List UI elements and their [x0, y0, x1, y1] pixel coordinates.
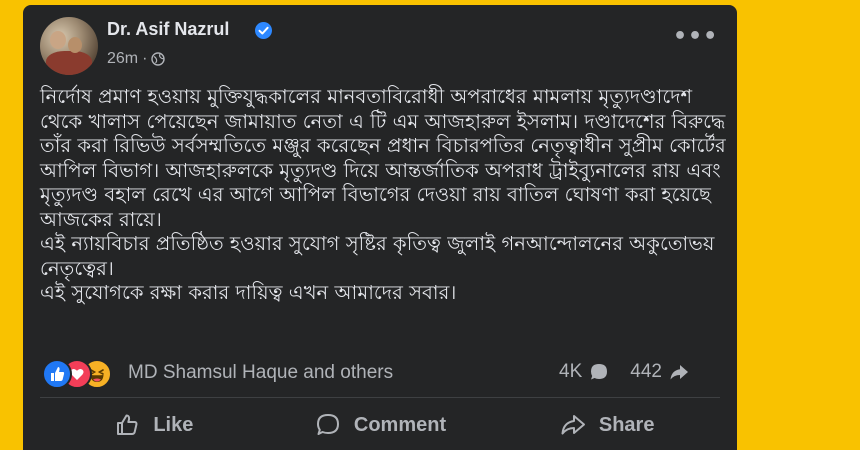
comment-label: Comment: [353, 413, 447, 436]
share-label: Share: [598, 413, 655, 436]
author-name[interactable]: Dr. Asif Nazrul: [107, 19, 229, 40]
like-button[interactable]: Like: [40, 405, 267, 445]
post-time[interactable]: 26m: [107, 50, 138, 68]
comment-button[interactable]: Comment: [267, 405, 494, 445]
post-paragraph: নির্দোষ প্রমাণ হওয়ায় মুক্তিযুদ্ধকালের …: [40, 85, 726, 231]
share-arrow-icon: [670, 365, 688, 380]
thumbs-up-icon: [117, 414, 138, 435]
comments-count[interactable]: 4K: [559, 361, 582, 383]
share-button[interactable]: Share: [493, 405, 720, 445]
reactions-bar: MD Shamsul Haque and others 4K 442: [40, 355, 720, 391]
reaction-names[interactable]: MD Shamsul Haque and others: [128, 362, 393, 384]
verified-badge-icon: [255, 22, 272, 39]
post-header: Dr. Asif Nazrul 26m · •••: [23, 5, 737, 80]
post-paragraph: এই সুযোগকে রক্ষা করার দায়িত্ব এখন আমাদে…: [40, 281, 457, 304]
reaction-icons[interactable]: [42, 359, 130, 389]
post-paragraph: এই ন্যায়বিচার প্রতিষ্ঠিত হওয়ার সুযোগ স…: [40, 232, 715, 280]
share-icon: [561, 415, 585, 435]
divider: [40, 397, 720, 398]
engagement-counts: 4K 442: [559, 361, 690, 383]
like-label: Like: [153, 413, 194, 436]
meta-separator: ·: [142, 50, 148, 67]
post-actions: Like Comment Share: [40, 405, 720, 445]
avatar[interactable]: [40, 17, 98, 75]
comment-bubble-icon: [591, 364, 608, 380]
post-card: Dr. Asif Nazrul 26m · ••• নির্দোষ প্রমাণ…: [23, 5, 737, 450]
like-reaction-icon: [42, 359, 72, 389]
post-meta: 26m ·: [107, 50, 166, 68]
post-text: নির্দোষ প্রমাণ হওয়ায় মুক্তিযুদ্ধকালের …: [40, 85, 730, 306]
shares-count[interactable]: 442: [630, 361, 662, 383]
comment-icon: [316, 414, 339, 435]
more-options-button[interactable]: •••: [673, 26, 717, 53]
globe-icon[interactable]: [151, 52, 166, 66]
